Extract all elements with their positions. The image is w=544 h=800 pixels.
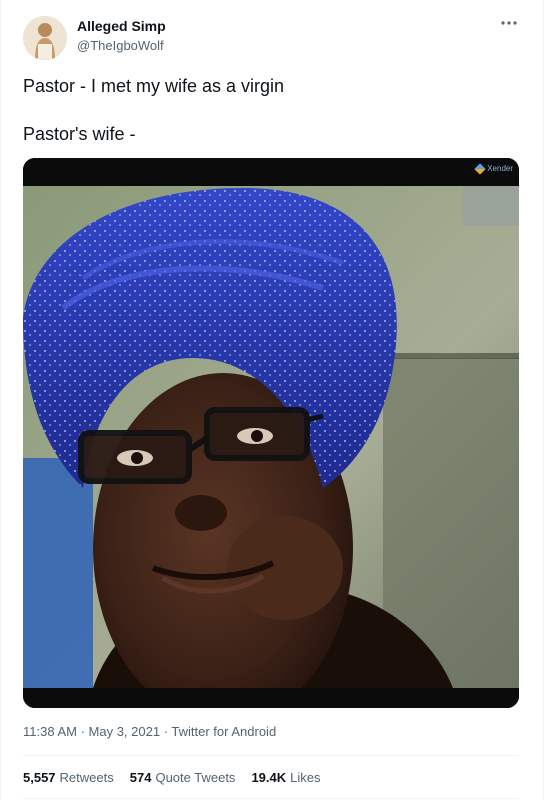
divider — [23, 755, 519, 756]
tweet-card: Alleged Simp @TheIgboWolf Pastor - I met… — [0, 0, 544, 800]
tweet-source[interactable]: Twitter for Android — [171, 724, 276, 739]
likes-count: 19.4K — [251, 770, 287, 785]
tweet-text-line-2: Pastor's wife - — [23, 124, 136, 144]
retweets-count: 5,557 — [23, 770, 56, 785]
author-handle[interactable]: @TheIgboWolf — [77, 38, 164, 53]
retweets-stat[interactable]: 5,557 Retweets — [23, 770, 114, 785]
likes-stat[interactable]: 19.4K Likes — [251, 770, 320, 785]
xender-logo-icon — [474, 162, 486, 175]
meta-separator: · — [160, 724, 172, 739]
watermark-text: Xender — [487, 164, 513, 173]
likes-label: Likes — [290, 770, 321, 785]
avatar[interactable] — [23, 16, 67, 60]
tweet-text-line-1: Pastor - I met my wife as a virgin — [23, 76, 285, 96]
meta-separator: · — [76, 724, 89, 739]
photo-illustration — [23, 158, 519, 708]
quote-tweets-stat[interactable]: 574 Quote Tweets — [130, 770, 236, 785]
more-horizontal-icon[interactable] — [497, 12, 521, 34]
tweet-date[interactable]: May 3, 2021 — [89, 724, 161, 739]
quote-tweets-count: 574 — [129, 770, 152, 785]
retweets-label: Retweets — [59, 770, 114, 785]
tweet-time[interactable]: 11:38 AM — [23, 724, 77, 739]
tweet-stats: 5,557 Retweets 574 Quote Tweets 19.4K Li… — [23, 770, 321, 785]
avatar-image — [23, 16, 67, 60]
xender-watermark: Xender — [474, 162, 513, 175]
author-name[interactable]: Alleged Simp — [77, 18, 166, 34]
divider — [23, 798, 519, 799]
quote-tweets-label: Quote Tweets — [155, 770, 236, 785]
tweet-media-image[interactable]: Xender — [23, 158, 519, 708]
tweet-meta: 11:38 AM · May 3, 2021 · Twitter for And… — [23, 724, 276, 739]
